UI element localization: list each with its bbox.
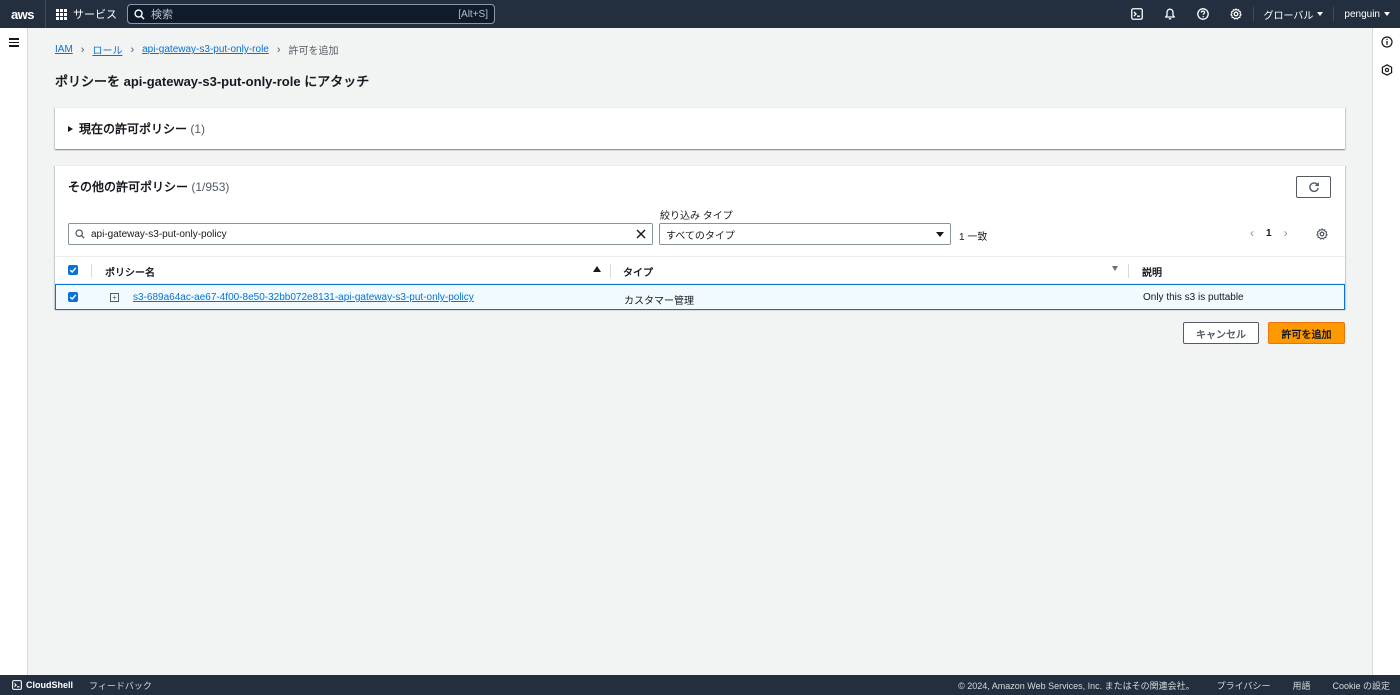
caret-down-icon: [1317, 12, 1324, 16]
table-row[interactable]: + s3-689a64ac-ae67-4f00-8e50-32bb072e813…: [55, 284, 1345, 310]
breadcrumb: IAM › ロール › api-gateway-s3-put-only-role…: [55, 42, 339, 58]
column-header-description[interactable]: 説明: [1142, 264, 1162, 279]
terminal-icon: [1131, 8, 1143, 20]
policy-type-cell: カスタマー管理: [624, 296, 694, 307]
breadcrumb-current: 許可を追加: [288, 46, 339, 57]
column-divider: [610, 264, 611, 278]
cancel-button[interactable]: キャンセル: [1183, 322, 1259, 344]
gear-icon: [1230, 8, 1242, 20]
info-icon[interactable]: [1381, 36, 1393, 48]
chevron-right-icon: ›: [276, 43, 281, 56]
table-header: ポリシー名 タイプ 説明: [55, 256, 1345, 284]
menu-icon[interactable]: [9, 38, 19, 47]
region-label: グローバル: [1263, 10, 1314, 22]
user-label: penguin: [1344, 8, 1380, 20]
copyright-text: © 2024, Amazon Web Services, Inc. またはその関…: [958, 680, 1195, 691]
notifications-button[interactable]: [1154, 0, 1187, 28]
pagination: ‹ 1 ›: [1250, 226, 1288, 240]
refresh-button[interactable]: [1296, 176, 1331, 198]
caret-right-icon: [68, 125, 73, 132]
help-button[interactable]: [1187, 0, 1220, 28]
settings-button[interactable]: [1220, 0, 1253, 28]
page-title: ポリシーを api-gateway-s3-put-only-role にアタッチ: [55, 74, 370, 89]
cookie-settings-link[interactable]: Cookie の設定: [1332, 679, 1390, 692]
bell-icon: [1164, 8, 1176, 20]
add-permissions-button[interactable]: 許可を追加: [1268, 322, 1345, 344]
cloudshell-button[interactable]: [1121, 0, 1154, 28]
account-dropdown[interactable]: penguin: [1334, 0, 1400, 28]
other-policies-panel: その他の許可ポリシー (1/953) 絞り込み タイプ api-gateway-…: [55, 165, 1345, 310]
footer: CloudShell フィードバック © 2024, Amazon Web Se…: [0, 675, 1400, 695]
privacy-link[interactable]: プライバシー: [1217, 679, 1271, 692]
previous-page-icon[interactable]: ‹: [1250, 226, 1254, 240]
other-policies-count: (1/953): [191, 180, 230, 194]
search-icon: [75, 229, 85, 239]
check-icon: [69, 294, 77, 301]
type-filter-value: すべてのタイプ: [666, 230, 735, 242]
column-header-type[interactable]: タイプ: [623, 264, 653, 279]
side-navigation-rail: [0, 28, 28, 675]
type-filter-label: 絞り込み タイプ: [660, 211, 733, 222]
table-preferences-gear-icon[interactable]: [1316, 228, 1328, 240]
breadcrumb-link-role[interactable]: api-gateway-s3-put-only-role: [142, 44, 269, 55]
terminal-icon: [12, 680, 22, 690]
feedback-link[interactable]: フィードバック: [89, 679, 152, 692]
search-shortcut: [Alt+S]: [458, 8, 488, 20]
expand-policy-icon[interactable]: +: [110, 293, 119, 302]
current-policies-title: 現在の許可ポリシー (1): [79, 122, 206, 136]
top-navigation: aws サービス 検索 [Alt+S] グローバル penguin: [0, 0, 1400, 28]
caret-down-icon: [1384, 12, 1390, 16]
grid-icon: [56, 8, 67, 20]
breadcrumb-link-iam[interactable]: IAM: [55, 44, 73, 55]
services-menu-button[interactable]: サービス: [46, 0, 127, 28]
help-icon: [1197, 8, 1209, 20]
clear-icon[interactable]: [636, 229, 646, 239]
current-policies-panel: 現在の許可ポリシー (1): [55, 107, 1345, 149]
aws-logo[interactable]: aws: [0, 0, 46, 28]
terms-link[interactable]: 用語: [1292, 679, 1310, 692]
refresh-icon: [1308, 182, 1319, 192]
match-count: 1 一致: [959, 232, 988, 243]
chevron-right-icon: ›: [80, 43, 85, 56]
search-placeholder: 検索: [151, 9, 173, 21]
other-policies-title: その他の許可ポリシー (1/953): [68, 180, 230, 194]
select-all-checkbox[interactable]: [68, 265, 78, 275]
sort-icon[interactable]: [1112, 266, 1118, 271]
hexagon-settings-icon[interactable]: [1381, 64, 1393, 76]
current-policies-expander[interactable]: 現在の許可ポリシー (1): [68, 120, 205, 137]
next-page-icon[interactable]: ›: [1284, 226, 1288, 240]
tools-rail: [1372, 28, 1400, 675]
caret-down-icon: [936, 231, 944, 237]
cloudshell-label: CloudShell: [26, 680, 73, 690]
region-dropdown[interactable]: グローバル: [1254, 0, 1334, 28]
services-label: サービス: [73, 9, 117, 21]
policy-description-cell: Only this s3 is puttable: [1143, 292, 1244, 303]
search-icon: [134, 8, 145, 20]
column-header-policy-name[interactable]: ポリシー名: [105, 264, 155, 279]
page-number[interactable]: 1: [1266, 228, 1272, 239]
chevron-right-icon: ›: [130, 43, 135, 56]
column-divider: [1128, 264, 1129, 278]
policy-name-cell: s3-689a64ac-ae67-4f00-8e50-32bb072e8131-…: [133, 292, 474, 303]
breadcrumb-link-roles[interactable]: ロール: [92, 42, 122, 57]
policy-filter-value: api-gateway-s3-put-only-policy: [91, 228, 227, 240]
sort-ascending-icon[interactable]: [593, 266, 601, 272]
column-divider: [91, 264, 92, 278]
type-filter-select[interactable]: すべてのタイプ: [659, 223, 951, 245]
cloudshell-footer-button[interactable]: CloudShell: [12, 680, 73, 690]
check-icon: [69, 267, 77, 274]
aws-logo-text: aws: [10, 6, 35, 22]
row-checkbox[interactable]: [68, 292, 78, 302]
policy-name-link[interactable]: s3-689a64ac-ae67-4f00-8e50-32bb072e8131-…: [133, 292, 474, 303]
global-search-input[interactable]: 検索 [Alt+S]: [127, 4, 495, 24]
current-policies-count: (1): [190, 122, 206, 136]
policy-filter-input[interactable]: api-gateway-s3-put-only-policy: [68, 223, 653, 245]
